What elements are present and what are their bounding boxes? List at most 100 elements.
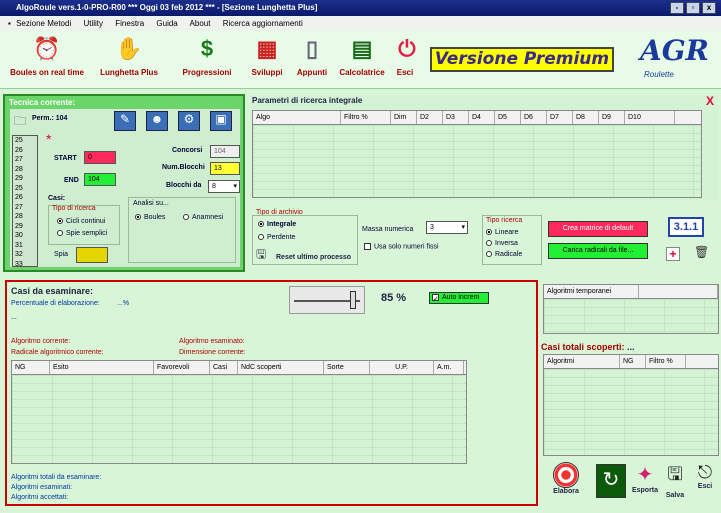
parametri-header: Algo Filtro % Dim D2 D3 D4 D5 D6 D7 D8 D… [253,111,701,125]
end-field[interactable]: 104 [84,173,116,186]
minimize-button[interactable]: - [670,2,684,14]
appunti-button[interactable]: ▯ Appunti [292,34,332,77]
lunghetta-plus-button[interactable]: ✋ Lunghetta Plus [94,34,164,77]
anamnesi-radio[interactable]: Anamnesi [183,214,223,221]
menu-finestra[interactable]: Finestra [115,19,144,28]
menu-about[interactable]: About [190,19,211,28]
perdente-radio[interactable]: Perdente [258,234,295,241]
temporanei-grid[interactable]: Algoritmi temporanei [543,284,719,334]
totali-header: Algoritmi NG Filtro % [544,355,718,369]
clock-icon: ⏰ [33,36,61,61]
maximize-button[interactable]: ▫ [686,2,700,14]
calcolatrice-button[interactable]: ▤ Calcolatrice [336,34,388,77]
grid-body [253,125,701,197]
menu-utility[interactable]: Utility [83,19,103,28]
sviluppi-button[interactable]: ▦ Sviluppi [246,34,288,77]
add-button[interactable]: + [666,247,680,261]
slider-handle[interactable] [350,291,356,309]
boules-real-time-button[interactable]: ⏰ Boules on real time [6,34,88,77]
concorsi-field[interactable]: 104 [210,145,240,158]
edit-icon[interactable]: ✎ [114,111,136,131]
integrale-radio[interactable]: Integrale [258,221,296,228]
algo-esaminato-label: Algoritmo esaminato: [179,338,245,345]
spie-radio[interactable]: Spie semplici [57,230,107,237]
casi-title: Casi da esaminare: [11,286,94,296]
auto-increm-checkbox[interactable]: ✓ Auto increm [429,292,489,304]
inversa-radio[interactable]: Inversa [486,240,518,247]
people-icon[interactable]: ☻ [146,111,168,131]
salva-button[interactable]: 🖫 Salva [662,462,688,499]
spia-field[interactable] [76,247,108,263]
menu-guida[interactable]: Guida [156,19,177,28]
esci-button[interactable]: ⎋ Esci [692,462,718,490]
list-item[interactable]: 30 [13,231,37,241]
crea-matrice-button[interactable]: Crea matrice di default [548,221,648,237]
numbers-list[interactable]: 25 26 27 28 29 25 26 27 28 29 30 31 32 3… [12,135,38,267]
numblocchi-field[interactable]: 13 [210,162,240,175]
col-header: D9 [599,111,625,124]
list-item[interactable]: 33 [13,260,37,267]
list-item[interactable]: 26 [13,193,37,203]
dots-text: ... [11,314,17,321]
elabora-button[interactable]: Elabora [548,462,584,495]
percentuale-label: Percentuale di elaborazione: [11,300,100,307]
list-item[interactable]: 28 [13,212,37,222]
refresh-icon[interactable]: ↻ [596,464,626,498]
parametri-grid[interactable]: Algo Filtro % Dim D2 D3 D4 D5 D6 D7 D8 D… [252,110,702,198]
tot-esaminare-label: Algoritmi totali da esaminare: [11,474,102,481]
window-title: AlgoRoule vers.1-0-PRO-R00 *** Oggi 03 f… [16,3,318,12]
list-item[interactable]: 32 [13,250,37,260]
casi-grid[interactable]: NG Esito Favorevoli Casi NdC scoperti So… [11,360,467,464]
blocchida-label: Blocchi da [166,182,202,189]
col-header: Algoritmi [544,355,620,368]
menu-app-icon: ▪ [8,19,11,28]
list-item[interactable]: 29 [13,174,37,184]
cicli-radio[interactable]: Cicli continui [57,218,105,225]
book-icon[interactable]: ▣ [210,111,232,131]
esporta-button[interactable]: ✦ Esporta [630,462,660,494]
massa-label: Massa numerica [362,226,414,233]
list-item[interactable]: 31 [13,241,37,251]
list-item[interactable]: 29 [13,222,37,232]
esci-toolbar-button[interactable]: ⏻ Esci [392,34,418,77]
reset-icon[interactable]: 🖫 [256,245,266,266]
list-item[interactable]: 28 [13,165,37,175]
export-icon: ✦ [636,464,654,486]
tipo-ricerca-group: Tipo di ricerca Cicli continui Spie semp… [48,205,120,245]
progressioni-button[interactable]: $ Progressioni [178,34,236,77]
blocchida-select[interactable]: 8 ▾ [208,180,240,193]
start-field[interactable]: 0 [84,151,116,164]
col-header: Sorte [324,361,370,374]
reset-label[interactable]: Reset ultimo processo [276,254,351,261]
col-header: Algoritmi temporanei [544,285,639,298]
temporanei-header: Algoritmi temporanei [544,285,718,299]
lineare-radio[interactable]: Lineare [486,229,518,236]
col-header: NG [12,361,50,374]
boules-radio[interactable]: Boules [135,214,165,221]
list-item[interactable]: 25 [13,136,37,146]
col-header: Filtro % [341,111,391,124]
analisi-group: Analisi su... Boules Anamnesi [128,197,236,263]
list-item[interactable]: 27 [13,155,37,165]
totali-title: Casi totali scoperti: ... [541,342,635,352]
close-icon[interactable]: X [706,94,714,108]
menu-ricerca-aggiornamenti[interactable]: Ricerca aggiornamenti [223,19,303,28]
list-item[interactable]: 25 [13,184,37,194]
list-item[interactable]: 27 [13,203,37,213]
carica-radicali-button[interactable]: Carica radicali da file... [548,243,648,259]
solo-fissi-checkbox[interactable]: Usa solo numeri fissi [364,243,439,250]
col-header: D4 [469,111,495,124]
grid-body [12,375,466,463]
settings-icon[interactable]: ⚙ [178,111,200,131]
totali-grid[interactable]: Algoritmi NG Filtro % [543,354,719,456]
casi-header: NG Esito Favorevoli Casi NdC scoperti So… [12,361,466,375]
list-item[interactable]: 26 [13,146,37,156]
menu-sezione-metodi[interactable]: Sezione Metodi [16,19,71,28]
massa-select[interactable]: 3 ▾ [426,221,468,234]
radicale-radio[interactable]: Radicale [486,251,522,258]
trash-icon[interactable]: 🗑 [694,245,709,259]
close-window-button[interactable]: x [702,2,716,14]
col-header: D6 [521,111,547,124]
folder-icon[interactable]: 🗀 [14,112,26,133]
progress-slider[interactable] [289,286,365,314]
